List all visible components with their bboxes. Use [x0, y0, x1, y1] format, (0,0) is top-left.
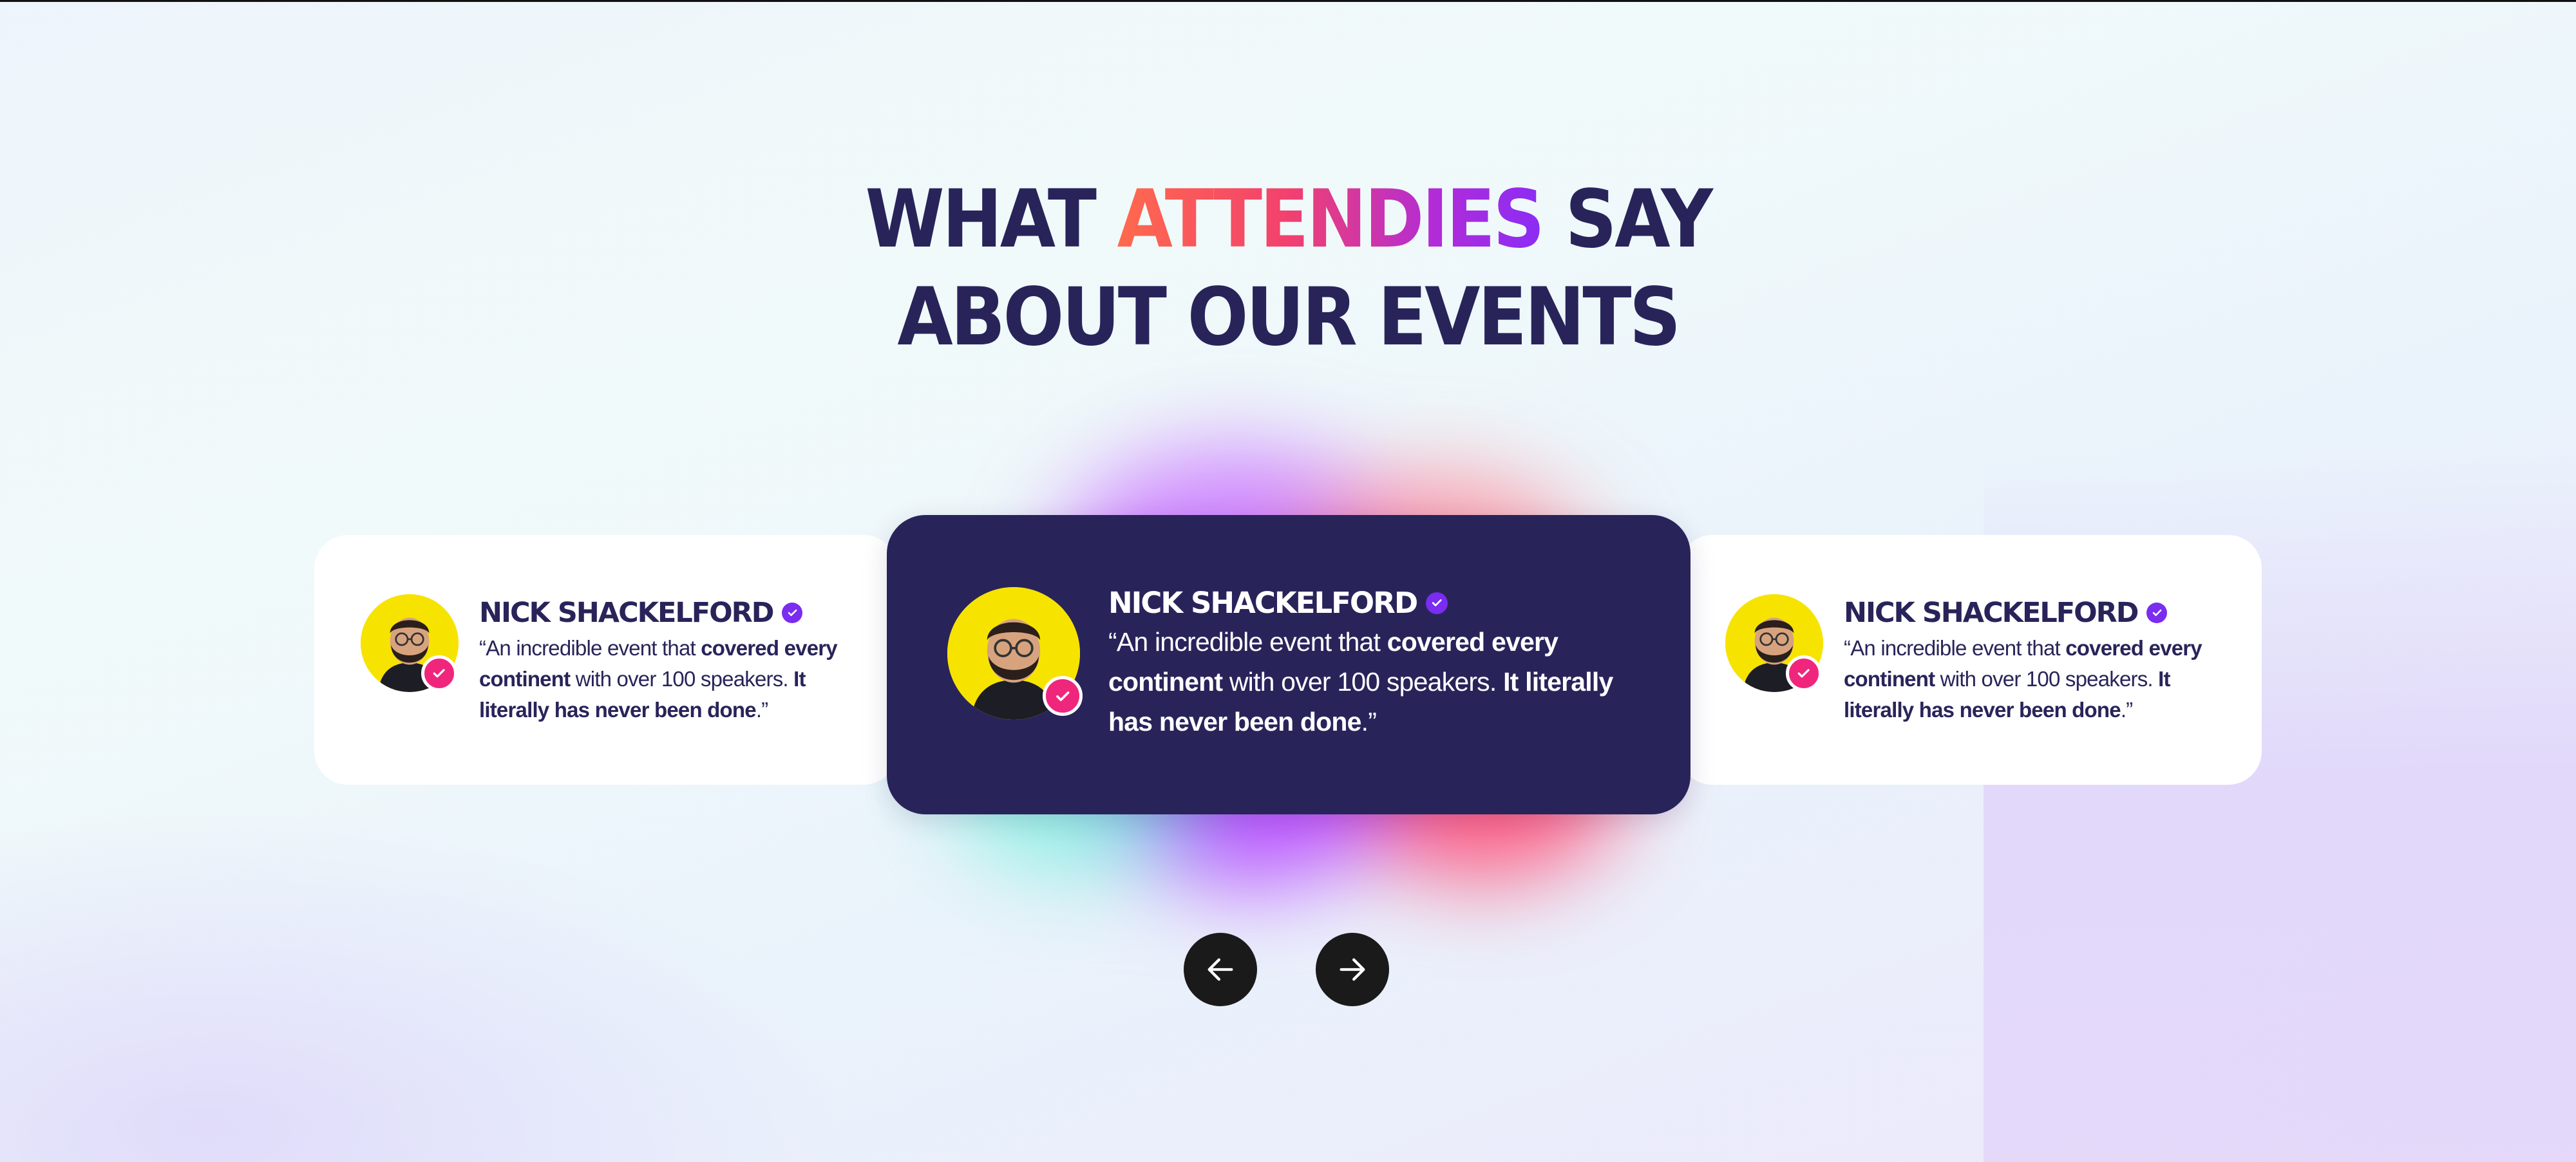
- next-testimonial-button[interactable]: [1316, 933, 1389, 1006]
- check-badge-icon: [1786, 655, 1822, 691]
- testimonial-card-right[interactable]: NICK SHACKELFORD “An incredible event th…: [1679, 535, 2262, 785]
- testimonial-card-left[interactable]: NICK SHACKELFORD “An incredible event th…: [314, 535, 897, 785]
- testimonial-name-row: NICK SHACKELFORD: [479, 597, 803, 629]
- testimonial-name-row: NICK SHACKELFORD: [1844, 597, 2168, 629]
- section-headline: WHAT ATTENDIES SAY ABOUT OUR EVENTS: [129, 171, 2447, 366]
- testimonial-quote: “An incredible event that covered every …: [1108, 627, 1613, 736]
- testimonial-quote: “An incredible event that covered every …: [479, 636, 838, 722]
- previous-testimonial-button[interactable]: [1184, 933, 1257, 1006]
- verified-badge-icon: [1426, 592, 1448, 614]
- testimonial-quote: “An incredible event that covered every …: [1844, 636, 2202, 722]
- headline-accent-word: ATTENDIES: [1117, 173, 1545, 266]
- check-badge-icon: [1043, 676, 1083, 716]
- testimonial-name: NICK SHACKELFORD: [479, 597, 774, 629]
- arrow-right-icon: [1340, 958, 1365, 981]
- verified-badge-icon: [782, 603, 803, 623]
- testimonial-name-row: NICK SHACKELFORD: [1108, 586, 1448, 620]
- headline-line2: ABOUT OUR EVENTS: [897, 271, 1681, 364]
- headline-line1: WHAT ATTENDIES SAY: [865, 173, 1713, 266]
- arrow-left-icon: [1208, 958, 1233, 981]
- verified-badge-icon: [2146, 603, 2168, 623]
- testimonial-name: NICK SHACKELFORD: [1844, 597, 2139, 629]
- check-badge-icon: [421, 655, 457, 691]
- testimonial-card-featured[interactable]: NICK SHACKELFORD “An incredible event th…: [887, 515, 1690, 814]
- testimonial-name: NICK SHACKELFORD: [1108, 586, 1418, 620]
